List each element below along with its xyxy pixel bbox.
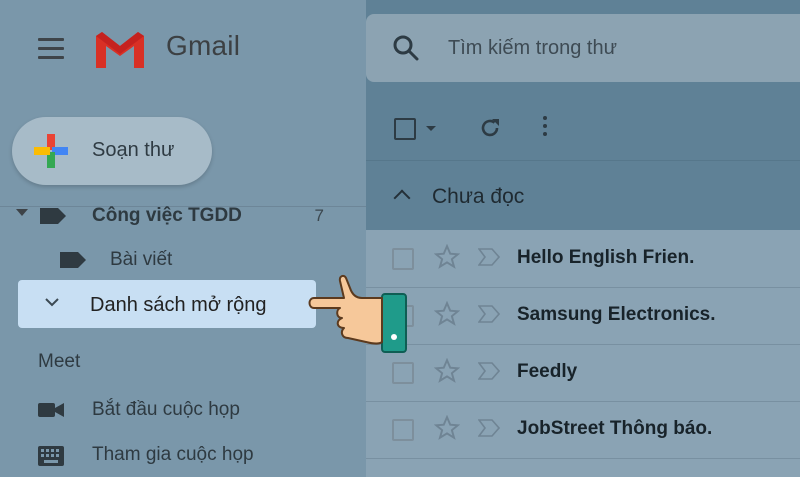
select-dropdown-icon[interactable] (426, 126, 436, 131)
email-row[interactable]: JobStreet Thông báo. (366, 401, 800, 459)
chevron-down-icon (45, 298, 59, 307)
email-sender: Feedly (517, 361, 578, 382)
email-checkbox[interactable] (392, 362, 414, 384)
plus-icon (34, 134, 68, 168)
collapse-caret-icon[interactable] (393, 189, 411, 207)
search-icon[interactable] (392, 34, 420, 62)
label-tag-icon (40, 208, 66, 224)
sidebar-item-join-meeting[interactable]: Tham gia cuộc họp (0, 436, 366, 476)
sidebar-item-label: Tham gia cuộc họp (92, 444, 254, 465)
star-icon[interactable] (434, 244, 460, 270)
section-title: Chưa đọc (432, 185, 525, 208)
gmail-wordmark: Gmail (166, 30, 241, 61)
video-camera-icon (38, 403, 64, 417)
label-tag-icon (60, 252, 86, 268)
compose-button[interactable]: Soạn thư (12, 117, 212, 185)
search-input[interactable]: Tìm kiếm trong thư (448, 37, 617, 60)
gmail-logo-icon[interactable] (92, 28, 148, 70)
sidebar-item-label: Công việc TGDD (92, 205, 242, 226)
email-checkbox[interactable] (392, 419, 414, 441)
star-icon[interactable] (434, 301, 460, 327)
search-bar[interactable]: Tìm kiếm trong thư (366, 14, 800, 82)
collapse-arrow-icon[interactable] (16, 209, 28, 216)
important-marker-icon[interactable] (478, 248, 500, 266)
email-row[interactable]: Samsung Electronics. (366, 287, 800, 345)
expand-list-button[interactable]: Danh sách mở rộng (18, 280, 316, 328)
header-left: Gmail (0, 0, 366, 94)
email-row[interactable]: Feedly (366, 344, 800, 402)
sidebar-item-label: Bài viết (110, 249, 173, 270)
select-all-checkbox[interactable] (394, 118, 416, 140)
email-checkbox[interactable] (392, 248, 414, 270)
more-options-icon[interactable] (542, 116, 548, 140)
compose-label: Soạn thư (92, 139, 175, 161)
star-icon[interactable] (434, 415, 460, 441)
meet-section-title: Meet (38, 351, 81, 372)
important-marker-icon[interactable] (478, 419, 500, 437)
section-header[interactable]: Chưa đọc (366, 160, 800, 231)
star-icon[interactable] (434, 358, 460, 384)
important-marker-icon[interactable] (478, 362, 500, 380)
email-row[interactable]: Hello English Frien. (366, 230, 800, 288)
important-marker-icon[interactable] (478, 305, 500, 323)
hamburger-menu-icon[interactable] (38, 38, 64, 60)
email-sender: Hello English Frien. (517, 247, 695, 268)
expand-list-label: Danh sách mở rộng (90, 294, 267, 316)
pointing-hand-icon (308, 274, 407, 353)
refresh-icon[interactable] (478, 116, 502, 140)
keyboard-icon (38, 446, 64, 466)
sidebar-item-label: Bắt đầu cuộc họp (92, 399, 240, 420)
sidebar-item-start-meeting[interactable]: Bắt đầu cuộc họp (0, 390, 366, 430)
email-list: Hello English Frien. Samsung Electronics… (366, 230, 800, 477)
unread-count: 7 (314, 206, 324, 225)
mail-toolbar (366, 94, 800, 160)
email-sender: Samsung Electronics. (517, 304, 716, 325)
sidebar-item-cong-viec[interactable]: Công việc TGDD 7 (0, 196, 366, 236)
email-sender: JobStreet Thông báo. (517, 418, 713, 439)
